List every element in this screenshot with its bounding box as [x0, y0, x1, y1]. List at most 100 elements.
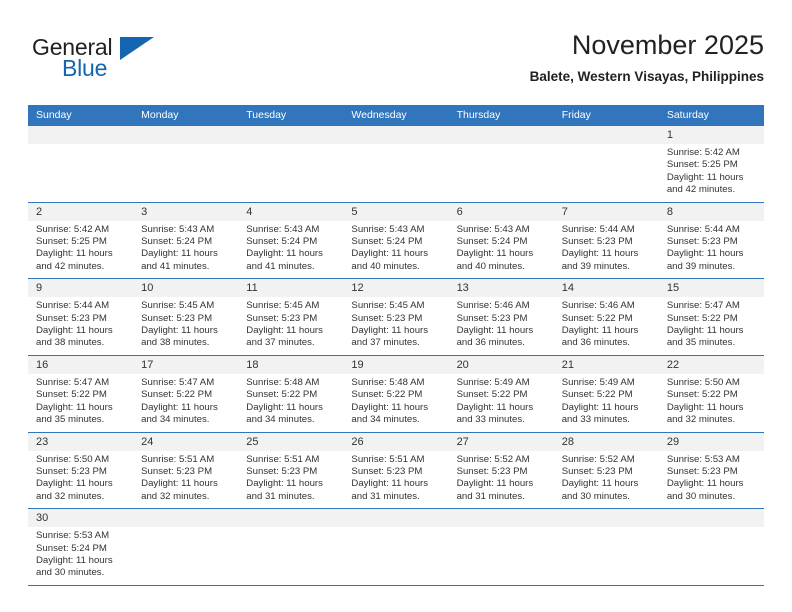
day-number-21[interactable]: 21 [554, 356, 659, 374]
day-number-22[interactable]: 22 [659, 356, 764, 374]
day-cell-22[interactable]: Sunrise: 5:50 AM Sunset: 5:22 PM Daylight:… [659, 374, 764, 432]
day-number-6[interactable]: 6 [449, 203, 554, 221]
day-cell-empty [449, 144, 554, 202]
day-info-line: Sunset: 5:25 PM [666, 159, 738, 171]
day-cell-21[interactable]: Sunrise: 5:49 AM Sunset: 5:22 PM Daylight:… [554, 374, 659, 432]
day-cell-empty [554, 527, 659, 585]
day-info-line: and 32 minutes. [666, 414, 736, 426]
day-number-9[interactable]: 9 [28, 279, 133, 297]
day-cell-5[interactable]: Sunrise: 5:43 AM Sunset: 5:24 PM Daylight:… [343, 221, 448, 279]
day-cell-2[interactable]: Sunrise: 5:42 AM Sunset: 5:25 PM Daylight:… [28, 221, 133, 279]
day-info-line: Sunset: 5:24 PM [141, 236, 213, 248]
day-number-17[interactable]: 17 [133, 356, 238, 374]
day-info-line: Sunset: 5:22 PM [141, 389, 213, 401]
day-number-15[interactable]: 15 [659, 279, 764, 297]
day-number-empty [554, 126, 659, 144]
day-info-line: Daylight: 11 hours [36, 478, 113, 490]
day-number-18[interactable]: 18 [238, 356, 343, 374]
day-number-26[interactable]: 26 [343, 433, 448, 451]
page-subtitle: Balete, Western Visayas, Philippines [529, 69, 764, 84]
day-number-27[interactable]: 27 [449, 433, 554, 451]
day-number-band: 16 17 18 19 20 21 22 [28, 355, 764, 374]
day-number-11[interactable]: 11 [238, 279, 343, 297]
day-info-line: Sunrise: 5:52 AM [456, 453, 530, 465]
page-header: General Blue November 2025 Balete, Weste… [28, 28, 764, 100]
day-info-line: Sunrise: 5:51 AM [351, 453, 425, 465]
day-cell-13[interactable]: Sunrise: 5:46 AM Sunset: 5:23 PM Daylight:… [449, 297, 554, 355]
day-number-10[interactable]: 10 [133, 279, 238, 297]
day-number-23[interactable]: 23 [28, 433, 133, 451]
day-info-line: Sunrise: 5:49 AM [561, 376, 635, 388]
day-info-band: Sunrise: 5:44 AM Sunset: 5:23 PM Daylight:… [28, 297, 764, 355]
day-number-empty [238, 126, 343, 144]
calendar-week-row: 2 3 4 5 6 7 8 Sunrise: 5:42 AM Sunset: 5:25 PM Da… [28, 202, 764, 280]
day-number-20[interactable]: 20 [449, 356, 554, 374]
day-cell-25[interactable]: Sunrise: 5:51 AM Sunset: 5:23 PM Daylight:… [238, 451, 343, 509]
day-number-24[interactable]: 24 [133, 433, 238, 451]
calendar-week-row: 16 17 18 19 20 21 22 Sunrise: 5:47 AM Sunset: 5:… [28, 355, 764, 433]
day-number-4[interactable]: 4 [238, 203, 343, 221]
day-cell-14[interactable]: Sunrise: 5:46 AM Sunset: 5:22 PM Daylight:… [554, 297, 659, 355]
day-number-19[interactable]: 19 [343, 356, 448, 374]
day-info-line: Daylight: 11 hours [561, 401, 639, 413]
day-number-7[interactable]: 7 [554, 203, 659, 221]
day-info-line: Sunrise: 5:51 AM [141, 453, 215, 465]
day-cell-10[interactable]: Sunrise: 5:45 AM Sunset: 5:23 PM Daylight:… [133, 297, 238, 355]
day-number-14[interactable]: 14 [554, 279, 659, 297]
day-number-1[interactable]: 1 [659, 126, 764, 144]
day-number-2[interactable]: 2 [28, 203, 133, 221]
day-cell-7[interactable]: Sunrise: 5:44 AM Sunset: 5:23 PM Daylight:… [554, 221, 659, 279]
day-cell-8[interactable]: Sunrise: 5:44 AM Sunset: 5:23 PM Daylight:… [659, 221, 764, 279]
day-number-30[interactable]: 30 [28, 509, 133, 527]
day-cell-12[interactable]: Sunrise: 5:45 AM Sunset: 5:23 PM Daylight:… [343, 297, 448, 355]
day-cell-26[interactable]: Sunrise: 5:51 AM Sunset: 5:23 PM Daylight:… [343, 451, 448, 509]
calendar-grid: Sunday Monday Tuesday Wednesday Thursday Frid… [28, 105, 764, 586]
day-info-line: Sunrise: 5:50 AM [36, 453, 110, 465]
day-info-line: Sunset: 5:23 PM [36, 465, 107, 477]
day-number-8[interactable]: 8 [659, 203, 764, 221]
general-blue-logo[interactable]: General Blue [32, 34, 212, 92]
day-info-line: and 38 minutes. [141, 337, 210, 349]
day-cell-11[interactable]: Sunrise: 5:45 AM Sunset: 5:23 PM Daylight:… [238, 297, 343, 355]
day-cell-empty [343, 144, 448, 202]
day-info-line: and 37 minutes. [246, 337, 315, 349]
day-info-line: and 32 minutes. [36, 490, 105, 502]
day-cell-4[interactable]: Sunrise: 5:43 AM Sunset: 5:24 PM Daylight:… [238, 221, 343, 279]
day-number-3[interactable]: 3 [133, 203, 238, 221]
day-info-line: Sunset: 5:23 PM [666, 236, 738, 248]
day-cell-empty [238, 527, 343, 585]
day-number-29[interactable]: 29 [659, 433, 764, 451]
day-cell-3[interactable]: Sunrise: 5:43 AM Sunset: 5:24 PM Daylight:… [133, 221, 238, 279]
day-cell-6[interactable]: Sunrise: 5:43 AM Sunset: 5:24 PM Daylight:… [449, 221, 554, 279]
day-cell-16[interactable]: Sunrise: 5:47 AM Sunset: 5:22 PM Daylight:… [28, 374, 133, 432]
day-info-line: Daylight: 11 hours [246, 478, 323, 490]
day-number-13[interactable]: 13 [449, 279, 554, 297]
day-number-12[interactable]: 12 [343, 279, 448, 297]
day-info-line: Daylight: 11 hours [351, 401, 429, 413]
day-number-empty [28, 126, 133, 144]
calendar-page: General Blue November 2025 Balete, Weste… [0, 0, 792, 612]
day-cell-17[interactable]: Sunrise: 5:47 AM Sunset: 5:22 PM Daylight:… [133, 374, 238, 432]
day-cell-24[interactable]: Sunrise: 5:51 AM Sunset: 5:23 PM Daylight:… [133, 451, 238, 509]
day-info-line: Sunset: 5:23 PM [351, 465, 423, 477]
day-info-line: and 32 minutes. [141, 490, 210, 502]
day-number-28[interactable]: 28 [554, 433, 659, 451]
day-cell-27[interactable]: Sunrise: 5:52 AM Sunset: 5:23 PM Daylight:… [449, 451, 554, 509]
day-cell-28[interactable]: Sunrise: 5:52 AM Sunset: 5:23 PM Daylight:… [554, 451, 659, 509]
day-cell-19[interactable]: Sunrise: 5:48 AM Sunset: 5:22 PM Daylight:… [343, 374, 448, 432]
day-cell-29[interactable]: Sunrise: 5:53 AM Sunset: 5:23 PM Daylight:… [659, 451, 764, 509]
day-number-25[interactable]: 25 [238, 433, 343, 451]
day-cell-18[interactable]: Sunrise: 5:48 AM Sunset: 5:22 PM Daylight:… [238, 374, 343, 432]
day-info-line: Sunset: 5:23 PM [561, 465, 633, 477]
day-info-line: Daylight: 11 hours [666, 248, 744, 260]
day-cell-15[interactable]: Sunrise: 5:47 AM Sunset: 5:22 PM Daylight:… [659, 297, 764, 355]
day-number-5[interactable]: 5 [343, 203, 448, 221]
day-cell-9[interactable]: Sunrise: 5:44 AM Sunset: 5:23 PM Daylight:… [28, 297, 133, 355]
day-info-line: Daylight: 11 hours [246, 401, 323, 413]
day-cell-30[interactable]: Sunrise: 5:53 AM Sunset: 5:24 PM Daylight:… [28, 527, 133, 585]
day-number-16[interactable]: 16 [28, 356, 133, 374]
day-cell-1[interactable]: Sunrise: 5:42 AM Sunset: 5:25 PM Daylight:… [659, 144, 764, 202]
day-info-line: Daylight: 11 hours [666, 171, 744, 183]
day-cell-20[interactable]: Sunrise: 5:49 AM Sunset: 5:22 PM Daylight:… [449, 374, 554, 432]
day-cell-23[interactable]: Sunrise: 5:50 AM Sunset: 5:23 PM Daylight:… [28, 451, 133, 509]
